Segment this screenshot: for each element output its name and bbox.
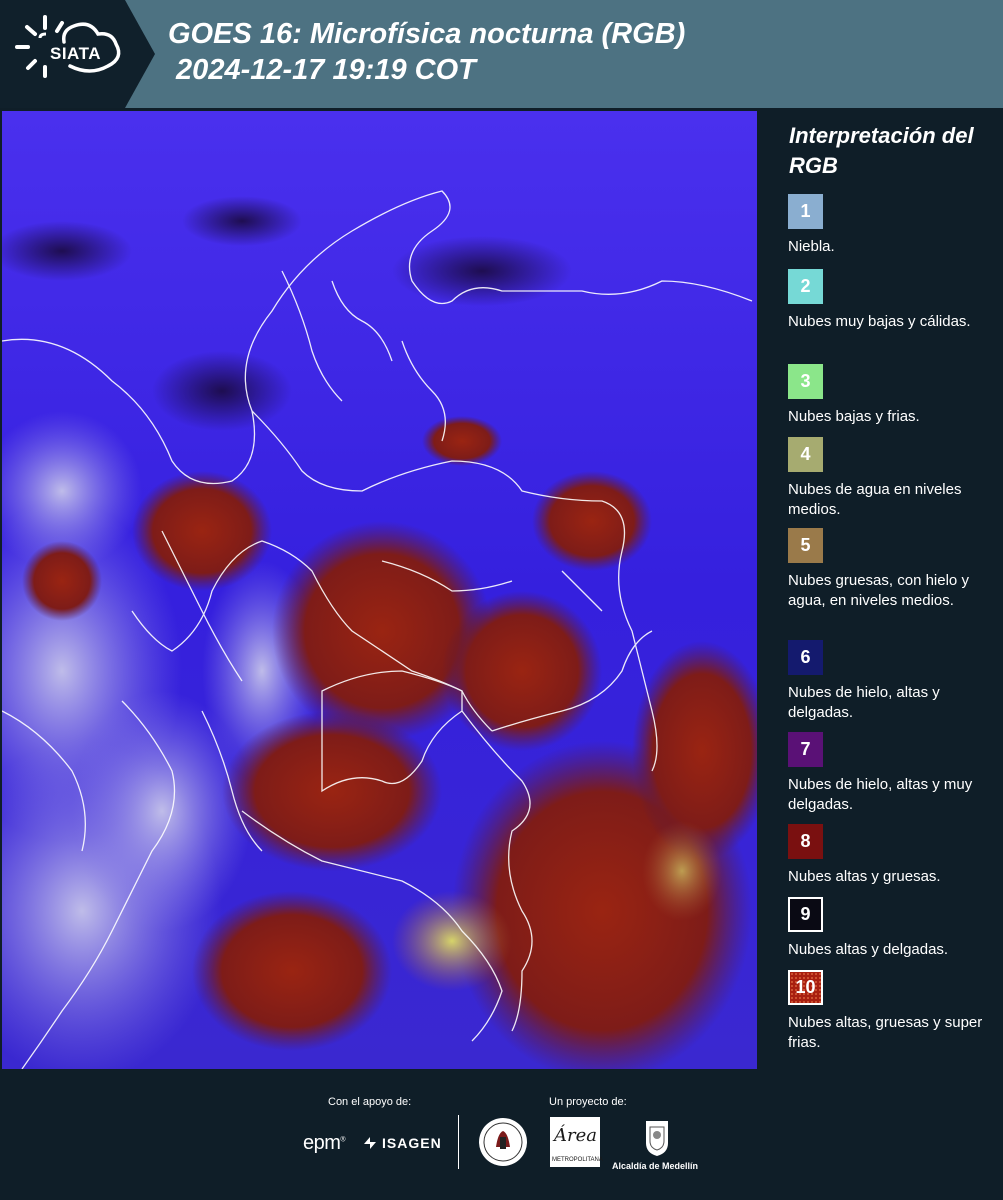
alcaldia-label: Alcaldía de Medellín [612, 1161, 699, 1171]
epm-logo: epm® [303, 1132, 346, 1154]
legend-label: Nubes de agua en niveles medios. [788, 481, 962, 518]
legend-number: 1 [800, 201, 811, 221]
legend-label: Nubes altas y gruesas. [788, 868, 941, 885]
legend-swatch: 5 [788, 528, 823, 563]
legend-number: 5 [800, 535, 811, 555]
legend-swatch: 7 [788, 732, 823, 767]
seal-icon [479, 1118, 527, 1166]
legend-swatch: 8 [788, 824, 823, 859]
legend-number: 10 [795, 977, 816, 997]
legend-label: Nubes altas, gruesas y super frias. [788, 1014, 983, 1051]
legend-swatch: 9 [788, 897, 823, 932]
epm-logo-text: epm [303, 1132, 341, 1154]
area-metropolitana-logo: Área METROPOLITANA [550, 1117, 603, 1167]
legend-item: 10 Nubes altas, gruesas y super frias. [788, 970, 988, 1053]
legend-item: 3 Nubes bajas y frias. [788, 364, 988, 427]
legend-number: 6 [800, 647, 811, 667]
project-label: Un proyecto de: [549, 1096, 627, 1108]
legend-item: 7 Nubes de hielo, altas y muy delgadas. [788, 732, 988, 815]
header-bar: SIATA GOES 16: Microfísica nocturna (RGB… [0, 0, 1003, 108]
area-logo-text: Área [554, 1125, 597, 1146]
support-label: Con el apoyo de: [328, 1096, 412, 1108]
isagen-logo-text: ISAGEN [382, 1135, 442, 1151]
alcaldia-shield-icon [646, 1121, 668, 1156]
legend-swatch: 3 [788, 364, 823, 399]
legend-swatch: 6 [788, 640, 823, 675]
legend-item: 6 Nubes de hielo, altas y delgadas. [788, 640, 988, 723]
legend-swatch: 2 [788, 269, 823, 304]
legend-label: Nubes muy bajas y cálidas. [788, 313, 971, 330]
isagen-icon [364, 1137, 376, 1149]
legend-number: 8 [800, 831, 811, 851]
legend-swatch: 4 [788, 437, 823, 472]
legend-number: 4 [800, 444, 811, 464]
legend-swatch: 1 [788, 194, 823, 229]
legend-item: 2 Nubes muy bajas y cálidas. [788, 269, 988, 332]
legend-number: 7 [800, 739, 811, 759]
legend-label: Nubes altas y delgadas. [788, 941, 949, 958]
satellite-rgb-map [2, 111, 757, 1069]
legend-label: Nubes de hielo, altas y muy delgadas. [788, 776, 973, 813]
legend-panel: Interpretación del RGB 1 Niebla. 2 Nubes… [776, 111, 996, 1069]
legend-number: 2 [800, 276, 811, 296]
footer: Con el apoyo de: Un proyecto de: epm® IS… [0, 1069, 1003, 1200]
area-logo-subtext: METROPOLITANA [552, 1157, 603, 1163]
legend-label: Nubes bajas y frias. [788, 408, 920, 425]
legend-label: Nubes gruesas, con hielo y agua, en nive… [788, 572, 969, 609]
legend-label: Niebla. [788, 238, 835, 255]
legend-number: 9 [800, 904, 811, 924]
page-title: GOES 16: Microfísica nocturna (RGB) 2024… [168, 18, 686, 86]
legend-swatch: 10 [788, 970, 823, 1005]
logo-text: SIATA [50, 44, 101, 63]
legend-item: 5 Nubes gruesas, con hielo y agua, en ni… [788, 528, 988, 611]
legend-item: 1 Niebla. [788, 194, 988, 257]
legend-item: 9 Nubes altas y delgadas. [788, 897, 988, 960]
legend-title: Interpretación del RGB [789, 123, 974, 178]
isagen-logo: ISAGEN [362, 1135, 442, 1151]
legend-number: 3 [800, 371, 811, 391]
footer-divider [458, 1115, 459, 1169]
legend-item: 4 Nubes de agua en niveles medios. [788, 437, 988, 520]
legend-item: 8 Nubes altas y gruesas. [788, 824, 988, 887]
siata-logo: SIATA [0, 0, 155, 108]
legend-label: Nubes de hielo, altas y delgadas. [788, 684, 940, 721]
satellite-image [2, 111, 757, 1069]
